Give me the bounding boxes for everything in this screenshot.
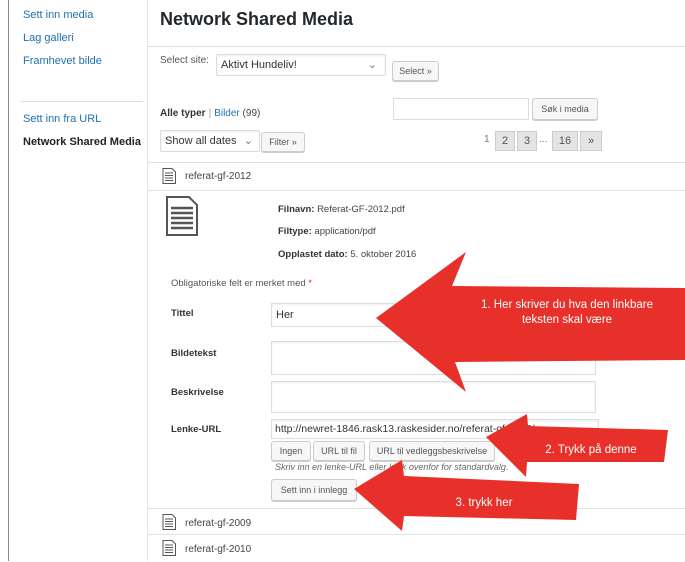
annotation-overlay [354,252,685,531]
annotation-text-2: 2. Trykk på denne [545,444,637,456]
annotation-text-3: 3. trykk her [455,497,513,509]
annotation-text-1: 1. Her skriver du hva den linkbare tekst… [481,299,653,326]
annotation-arrow-3 [354,460,579,531]
